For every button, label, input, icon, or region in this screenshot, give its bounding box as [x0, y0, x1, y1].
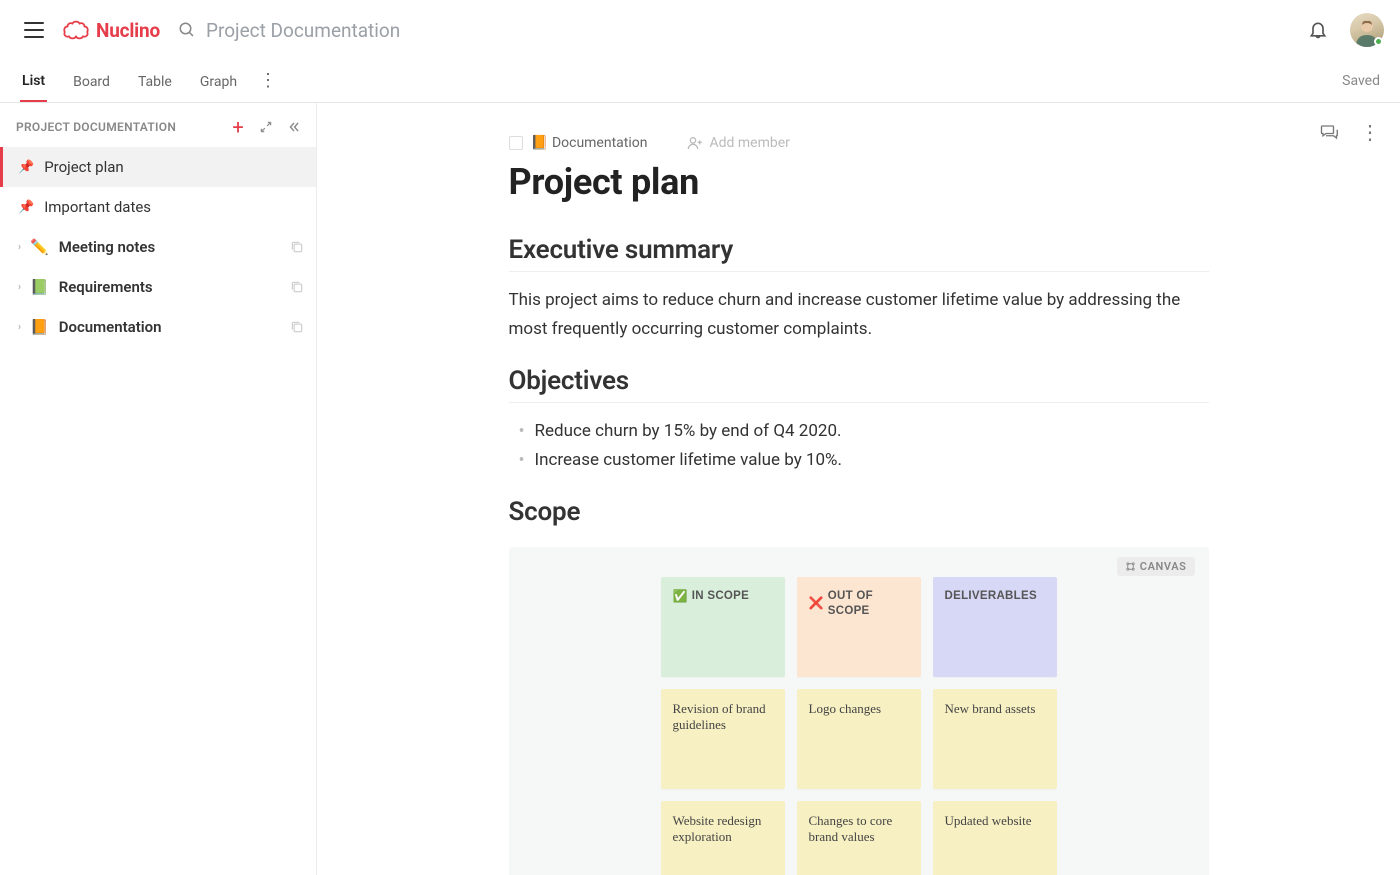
heading-scope: Scope [509, 497, 1209, 533]
sidebar-item-important-dates[interactable]: 📌 Important dates [0, 187, 316, 227]
collapse-sidebar-icon[interactable] [284, 117, 304, 137]
avatar[interactable] [1350, 13, 1384, 47]
executive-summary-text: This project aims to reduce churn and in… [509, 286, 1209, 344]
add-member-button[interactable]: Add member [687, 135, 789, 151]
tab-list[interactable]: List [20, 61, 47, 102]
canvas-card[interactable]: Logo changes [797, 689, 921, 789]
list-item: Reduce churn by 15% by end of Q4 2020. [515, 417, 1209, 446]
chevron-right-icon[interactable]: › [18, 322, 24, 333]
check-icon: ✅ [673, 589, 688, 605]
topbar: Nuclino Project Documentation [0, 0, 1400, 60]
sidebar-item-meeting-notes[interactable]: › ✏️ Meeting notes [0, 227, 316, 267]
breadcrumb: 📙Documentation Add member [509, 131, 1209, 151]
add-member-icon [687, 135, 703, 151]
tab-board[interactable]: Board [71, 62, 112, 101]
logo[interactable]: Nuclino [62, 19, 160, 42]
search-field[interactable]: Project Documentation [178, 19, 1290, 42]
search-placeholder: Project Documentation [206, 19, 400, 42]
save-status: Saved [1342, 73, 1380, 89]
book-icon: 📙 [30, 318, 49, 336]
sidebar-item-project-plan[interactable]: 📌 Project plan [0, 147, 316, 187]
bell-icon[interactable] [1308, 20, 1328, 40]
collection-icon [290, 280, 304, 294]
pencil-icon: ✏️ [30, 238, 49, 256]
more-icon[interactable]: ⋮ [1360, 123, 1378, 141]
list-item: Increase customer lifetime value by 10%. [515, 446, 1209, 475]
view-tabs: List Board Table Graph ⋮ Saved [0, 60, 1400, 103]
menu-icon[interactable] [24, 22, 44, 38]
checkbox-icon[interactable] [509, 136, 523, 150]
canvas-embed[interactable]: CANVAS ✅IN SCOPE ❌OUT OF SCOPE DELIVERAB… [509, 547, 1209, 875]
search-icon [178, 21, 196, 39]
chevron-right-icon[interactable]: › [18, 282, 24, 293]
pin-icon: 📌 [18, 160, 34, 175]
sidebar-title: PROJECT DOCUMENTATION [16, 120, 220, 134]
sidebar-item-requirements[interactable]: › 📗 Requirements [0, 267, 316, 307]
canvas-icon [1125, 561, 1136, 572]
cross-icon: ❌ [809, 596, 824, 612]
canvas-card[interactable]: ✅IN SCOPE [661, 577, 785, 677]
page-title: Project plan [509, 161, 1209, 203]
view-more-icon[interactable]: ⋮ [259, 72, 277, 90]
sidebar-item-documentation[interactable]: › 📙 Documentation [0, 307, 316, 347]
presence-indicator [1374, 37, 1383, 46]
canvas-card[interactable]: ❌OUT OF SCOPE [797, 577, 921, 677]
canvas-card[interactable]: Updated website [933, 801, 1057, 875]
objectives-list: Reduce churn by 15% by end of Q4 2020. I… [509, 417, 1209, 475]
collection-icon [290, 320, 304, 334]
chevron-right-icon[interactable]: › [18, 242, 24, 253]
comments-icon[interactable] [1320, 123, 1338, 141]
add-item-icon[interactable]: + [228, 117, 248, 137]
breadcrumb-folder[interactable]: 📙Documentation [509, 135, 648, 151]
canvas-badge: CANVAS [1117, 557, 1195, 576]
canvas-card[interactable]: DELIVERABLES [933, 577, 1057, 677]
book-icon: 📗 [30, 278, 49, 296]
tab-graph[interactable]: Graph [198, 62, 239, 101]
brain-icon [62, 19, 90, 41]
canvas-card[interactable]: Website redesign exploration [661, 801, 785, 875]
logo-text: Nuclino [96, 19, 160, 42]
main-content: ⋮ 📙Documentation Add member Project plan… [317, 103, 1400, 875]
heading-objectives: Objectives [509, 366, 1209, 403]
canvas-card[interactable]: Revision of brand guidelines [661, 689, 785, 789]
heading-executive-summary: Executive summary [509, 235, 1209, 272]
pin-icon: 📌 [18, 200, 34, 215]
collection-icon [290, 240, 304, 254]
expand-icon[interactable] [256, 117, 276, 137]
canvas-card[interactable]: New brand assets [933, 689, 1057, 789]
tab-table[interactable]: Table [136, 62, 174, 101]
sidebar: PROJECT DOCUMENTATION + 📌 Project plan 📌… [0, 103, 317, 875]
canvas-card[interactable]: Changes to core brand values [797, 801, 921, 875]
